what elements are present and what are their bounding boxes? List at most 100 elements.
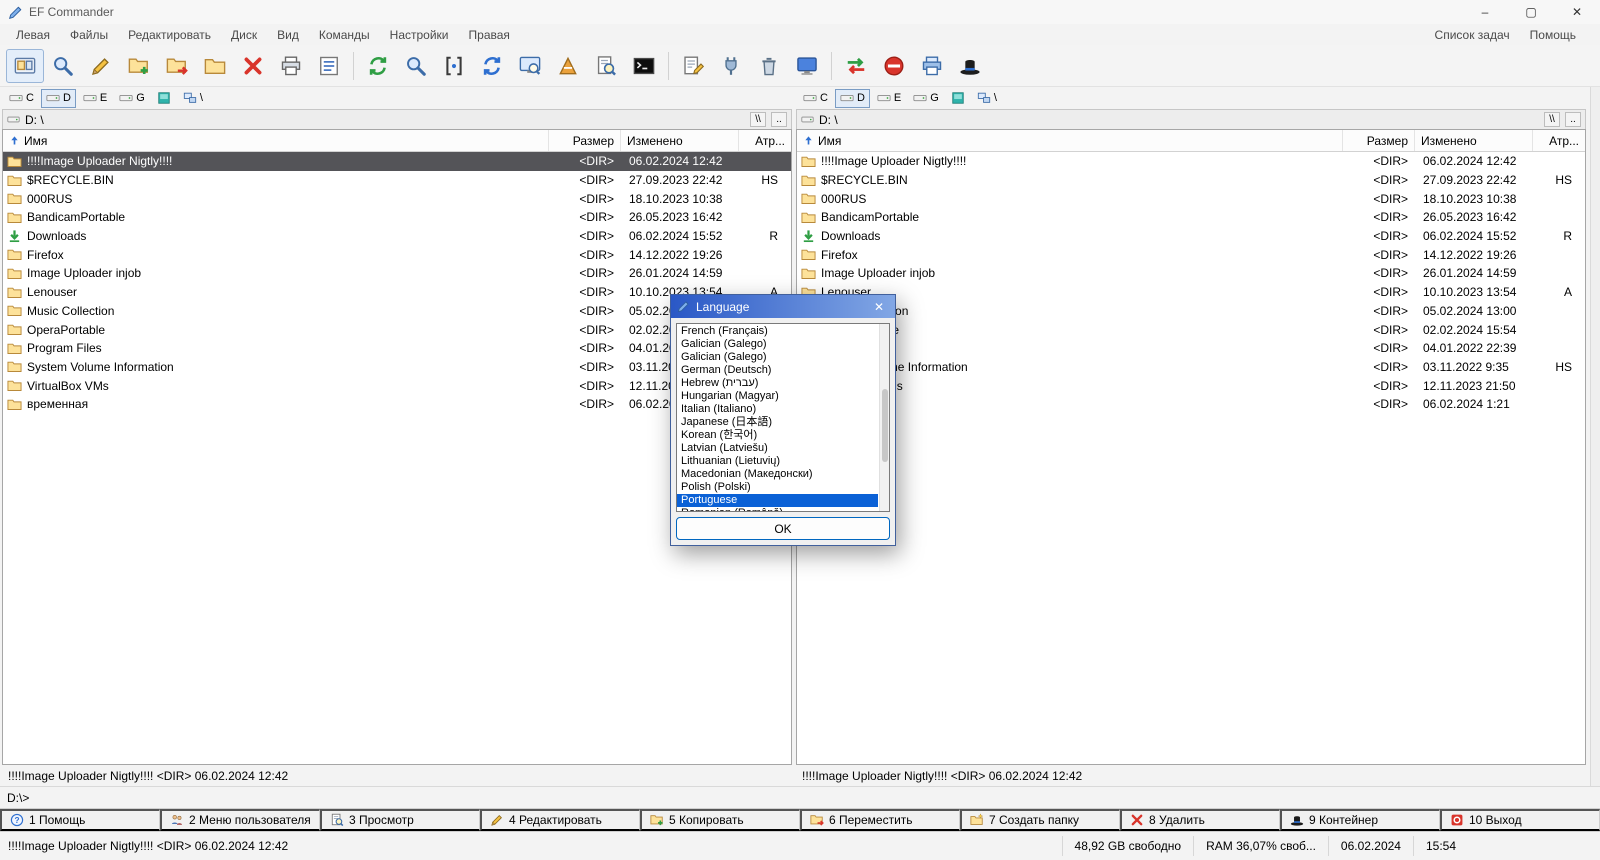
container-icon[interactable] <box>951 49 989 83</box>
column-size[interactable]: Размер <box>549 130 621 151</box>
abort-icon[interactable] <box>875 49 913 83</box>
language-option[interactable]: Macedonian (Македонски) <box>677 468 878 481</box>
desktop-button[interactable] <box>152 89 176 108</box>
file-row[interactable]: Image Uploader injob <DIR> 26.01.2024 14:5… <box>797 264 1585 283</box>
device-print-icon[interactable] <box>913 49 951 83</box>
window-scrollbar[interactable] <box>1590 87 1600 786</box>
column-name[interactable]: Имя <box>797 130 1343 151</box>
menu-view[interactable]: Вид <box>267 26 309 44</box>
fn-exit-button[interactable]: 10 Выход <box>1440 809 1600 831</box>
file-row[interactable]: 000RUS <DIR> 18.10.2023 10:38 <box>3 189 791 208</box>
console-icon[interactable] <box>625 49 663 83</box>
file-row[interactable]: !!!!Image Uploader Nigtly!!!! <DIR> 06.02.… <box>3 152 791 171</box>
minimize-button[interactable]: – <box>1462 0 1508 24</box>
language-option[interactable]: Polish (Polski) <box>677 481 878 494</box>
language-option[interactable]: Portuguese <box>677 494 878 507</box>
quick-view-icon[interactable] <box>435 49 473 83</box>
language-option[interactable]: Hebrew (עברית) <box>677 377 878 390</box>
fn-view-button[interactable]: 3 Просмотр <box>320 809 480 831</box>
file-row[interactable]: OperaPortable<DIR>02.02.2024 15:54 <box>797 320 1585 339</box>
file-row[interactable]: $RECYCLE.BIN <DIR> 27.09.2023 22:42 HS <box>797 171 1585 190</box>
menu-edit[interactable]: Редактировать <box>118 26 221 44</box>
drive-e-button[interactable]: E <box>78 89 112 108</box>
fn-delete-button[interactable]: 8 Удалить <box>1120 809 1280 831</box>
column-name[interactable]: Имя <box>3 130 549 151</box>
file-row[interactable]: $RECYCLE.BIN <DIR> 27.09.2023 22:42 HS <box>3 171 791 190</box>
menu-task-list[interactable]: Список задач <box>1425 26 1520 44</box>
language-option[interactable]: Romanian (Română) <box>677 507 878 511</box>
file-row[interactable]: VirtualBox VMs<DIR>12.11.2023 21:50 <box>797 376 1585 395</box>
properties-icon[interactable] <box>310 49 348 83</box>
language-option[interactable]: Japanese (日本語) <box>677 416 878 429</box>
fn-user-menu-button[interactable]: 2 Меню пользователя <box>160 809 320 831</box>
panels-icon[interactable] <box>6 48 44 83</box>
scrollbar-thumb[interactable] <box>882 389 888 462</box>
preview-icon[interactable] <box>511 49 549 83</box>
find-icon[interactable] <box>397 49 435 83</box>
connect-icon[interactable] <box>712 49 750 83</box>
fn-copy-button[interactable]: 5 Копировать <box>640 809 800 831</box>
file-row[interactable]: System Volume Information<DIR>03.11.2022… <box>797 358 1585 377</box>
file-row[interactable]: !!!!Image Uploader Nigtly!!!! <DIR> 06.02.… <box>797 152 1585 171</box>
file-row[interactable]: 000RUS <DIR> 18.10.2023 10:38 <box>797 189 1585 208</box>
menu-right-menu[interactable]: Правая <box>459 26 520 44</box>
menu-help[interactable]: Помощь <box>1520 26 1586 44</box>
fn-move-button[interactable]: 6 Переместить <box>800 809 960 831</box>
network-button[interactable]: \ <box>972 89 1002 108</box>
menu-files[interactable]: Файлы <box>60 26 118 44</box>
menu-settings[interactable]: Настройки <box>380 26 459 44</box>
pack-icon[interactable] <box>196 49 234 83</box>
up-button[interactable]: .. <box>771 112 787 127</box>
file-row[interactable]: Downloads <DIR> 06.02.2024 15:52 R <box>797 227 1585 246</box>
language-option[interactable]: Latvian (Latviešu) <box>677 442 878 455</box>
command-line[interactable]: D:\> <box>0 786 1600 808</box>
notes-icon[interactable] <box>674 49 712 83</box>
fn-mkdir-button[interactable]: 7 Создать папку <box>960 809 1120 831</box>
file-row[interactable]: временная<DIR>06.02.2024 1:21 <box>797 395 1585 414</box>
column-modified[interactable]: Изменено <box>1415 130 1533 151</box>
fn-edit-button[interactable]: 4 Редактировать <box>480 809 640 831</box>
drive-g-button[interactable]: G <box>908 89 944 108</box>
language-option[interactable]: Korean (한국어) <box>677 429 878 442</box>
language-option[interactable]: Lithuanian (Lietuvių) <box>677 455 878 468</box>
fn-help-button[interactable]: ? 1 Помощь <box>0 809 160 831</box>
language-option[interactable]: French (Français) <box>677 325 878 338</box>
move-icon[interactable] <box>158 49 196 83</box>
copy-icon[interactable] <box>120 49 158 83</box>
column-size[interactable]: Размер <box>1343 130 1415 151</box>
up-button[interactable]: .. <box>1565 112 1581 127</box>
language-option[interactable]: German (Deutsch) <box>677 364 878 377</box>
file-row[interactable]: BandicamPortable <DIR> 26.05.2023 16:42 <box>3 208 791 227</box>
print-icon[interactable] <box>272 49 310 83</box>
dialog-close-button[interactable]: ✕ <box>869 295 889 318</box>
language-option[interactable]: Italian (Italiano) <box>677 403 878 416</box>
root-button[interactable]: \\ <box>1544 112 1560 127</box>
file-row[interactable]: Lenouser <DIR> 10.10.2023 13:54 A <box>797 283 1585 302</box>
reload-icon[interactable] <box>473 49 511 83</box>
language-option[interactable]: Galician (Galego) <box>677 338 878 351</box>
recycle-bin-icon[interactable] <box>750 49 788 83</box>
sync-icon[interactable] <box>837 49 875 83</box>
file-row[interactable]: Firefox <DIR> 14.12.2022 19:26 <box>3 245 791 264</box>
edit-icon[interactable] <box>82 49 120 83</box>
column-attr[interactable]: Атр... <box>1533 130 1585 151</box>
fn-container-button[interactable]: 9 Контейнер <box>1280 809 1440 831</box>
file-row[interactable]: Image Uploader injob <DIR> 26.01.2024 14:5… <box>3 264 791 283</box>
maximize-button[interactable]: ▢ <box>1508 0 1554 24</box>
refresh-icon[interactable] <box>359 49 397 83</box>
remote-desktop-icon[interactable] <box>788 49 826 83</box>
column-attr[interactable]: Атр... <box>739 130 791 151</box>
file-row[interactable]: BandicamPortable <DIR> 26.05.2023 16:42 <box>797 208 1585 227</box>
list-scrollbar[interactable] <box>879 324 889 511</box>
search-icon[interactable] <box>44 49 82 83</box>
close-button[interactable]: ✕ <box>1554 0 1600 24</box>
language-option[interactable]: Galician (Galego) <box>677 351 878 364</box>
network-button[interactable]: \ <box>178 89 208 108</box>
drive-d-button[interactable]: D <box>40 88 76 108</box>
file-row[interactable]: Program Files<DIR>04.01.2022 22:39 <box>797 339 1585 358</box>
file-row[interactable]: Firefox <DIR> 14.12.2022 19:26 <box>797 245 1585 264</box>
drive-c-button[interactable]: C <box>798 89 833 108</box>
dialog-titlebar[interactable]: Language ✕ <box>671 295 895 318</box>
menu-disk[interactable]: Диск <box>221 26 267 44</box>
file-row[interactable]: Music Collection<DIR>05.02.2024 13:00 <box>797 302 1585 321</box>
